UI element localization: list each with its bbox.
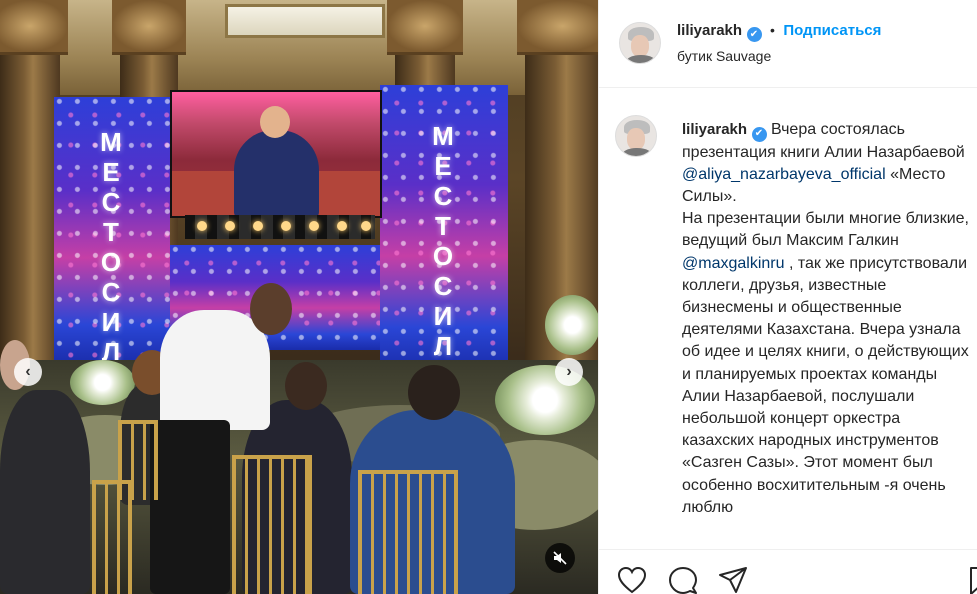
chevron-right-icon: › <box>566 363 572 380</box>
waiter <box>160 310 270 430</box>
guest-head <box>285 362 327 410</box>
username[interactable]: liliyarakh <box>677 22 742 39</box>
skylight <box>225 4 385 38</box>
caption-username[interactable]: liliyarakh <box>682 121 747 138</box>
led-text-right: МЕСТО СИЛЫ <box>430 121 455 370</box>
flower-arrangement <box>545 295 598 355</box>
share-icon <box>719 567 747 593</box>
mention-link[interactable]: @maxgalkinru <box>682 255 785 272</box>
led-panel-right: МЕСТО СИЛЫ <box>380 85 508 370</box>
avatar[interactable] <box>615 115 657 157</box>
save-button[interactable] <box>969 566 977 594</box>
post-header: liliyarakh ✔ • Подписаться бутик Sauvage <box>599 0 977 88</box>
waiter-apron <box>150 420 230 594</box>
led-text-left: МЕСТО СИЛЫ <box>100 127 122 365</box>
carousel-next-button[interactable]: › <box>555 358 583 386</box>
comment-button[interactable] <box>668 566 700 594</box>
chevron-left-icon: ‹ <box>25 363 31 380</box>
caption-part: , так же присутствовали коллеги, друзья,… <box>682 254 969 516</box>
lighting-truss <box>185 215 375 239</box>
avatar[interactable] <box>619 22 661 64</box>
mute-button[interactable] <box>545 543 575 573</box>
pillar <box>0 0 68 400</box>
caption-part: На презентации были многие близкие, веду… <box>682 210 969 250</box>
speaker-muted-icon <box>553 551 567 565</box>
mention-link[interactable]: @aliya_nazarbayeva_official <box>682 166 886 183</box>
guest <box>0 390 90 594</box>
heart-icon <box>617 566 647 594</box>
post-media[interactable]: МЕСТО СИЛЫ МЕСТО СИЛЫ ‹ › <box>0 0 598 594</box>
waiter-head <box>250 283 292 335</box>
like-button[interactable] <box>617 566 649 594</box>
post-actions-bar <box>599 549 977 594</box>
share-button[interactable] <box>718 566 750 594</box>
location-link[interactable]: бутик Sauvage <box>677 48 771 64</box>
chair <box>118 420 158 500</box>
chair <box>358 470 458 594</box>
caption-block: liliyarakh ✔ Вчера состоялась презентаци… <box>599 100 977 548</box>
bookmark-icon <box>970 567 977 594</box>
comment-icon <box>669 567 697 594</box>
chair <box>232 455 312 594</box>
verified-badge-icon: ✔ <box>746 27 762 42</box>
separator-dot: • <box>769 22 775 38</box>
post-side-panel: liliyarakh ✔ • Подписаться бутик Sauvage… <box>598 0 977 594</box>
carousel-prev-button[interactable]: ‹ <box>14 358 42 386</box>
caption-text: liliyarakh ✔ Вчера состоялась презентаци… <box>682 119 974 519</box>
led-panel-left: МЕСТО СИЛЫ <box>54 97 170 365</box>
verified-badge-icon: ✔ <box>751 126 767 142</box>
flower-arrangement <box>70 360 135 405</box>
follow-button[interactable]: Подписаться <box>783 22 881 39</box>
stage-screen <box>170 90 382 218</box>
guest-head <box>408 365 460 420</box>
